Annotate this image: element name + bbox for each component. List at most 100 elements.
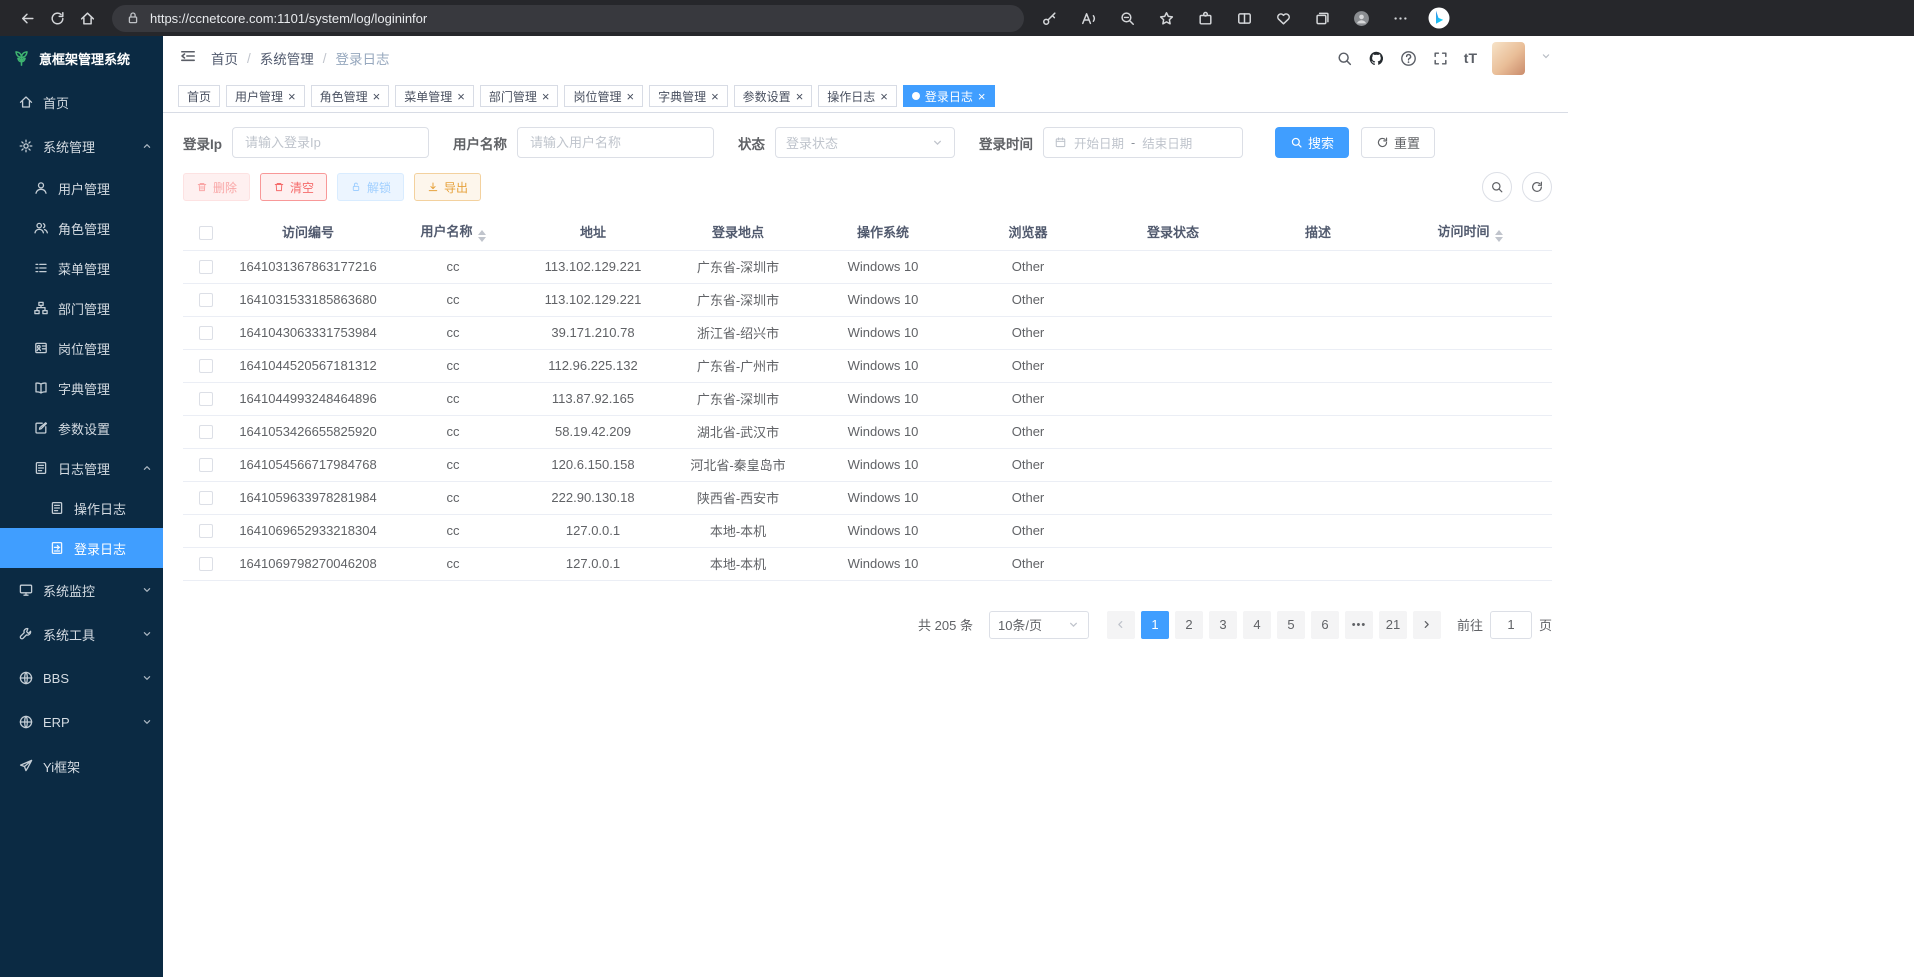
zoom-out-icon[interactable]	[1112, 4, 1142, 32]
sidebar-item-post-management[interactable]: 岗位管理	[0, 328, 163, 368]
close-tab-icon[interactable]: ×	[373, 90, 381, 103]
prev-page-button[interactable]	[1107, 611, 1135, 639]
date-range-picker[interactable]: 开始日期 - 结束日期	[1043, 127, 1243, 158]
row-checkbox[interactable]	[199, 293, 213, 307]
close-tab-icon[interactable]: ×	[288, 90, 296, 103]
tab-dict-management[interactable]: 字典管理×	[649, 85, 728, 107]
browser-essentials-icon[interactable]	[1268, 4, 1298, 32]
sort-icon[interactable]	[478, 230, 486, 242]
row-checkbox[interactable]	[199, 458, 213, 472]
row-checkbox[interactable]	[199, 359, 213, 373]
close-tab-icon[interactable]: ×	[457, 90, 465, 103]
read-aloud-icon[interactable]	[1073, 4, 1103, 32]
github-icon[interactable]	[1368, 50, 1385, 67]
user-name-input[interactable]	[517, 127, 714, 158]
row-checkbox[interactable]	[199, 557, 213, 571]
close-tab-icon[interactable]: ×	[711, 90, 719, 103]
fullscreen-icon[interactable]	[1432, 50, 1449, 67]
row-checkbox[interactable]	[199, 260, 213, 274]
tab-param-settings[interactable]: 参数设置×	[734, 85, 813, 107]
browser-refresh-button[interactable]	[42, 4, 72, 32]
page-button[interactable]: 6	[1311, 611, 1339, 639]
sidebar-item-label: 操作日志	[74, 499, 126, 518]
export-button[interactable]: 导出	[414, 173, 481, 201]
favorites-icon[interactable]	[1151, 4, 1181, 32]
close-tab-icon[interactable]: ×	[978, 90, 986, 103]
close-tab-icon[interactable]: ×	[542, 90, 550, 103]
tab-user-management[interactable]: 用户管理×	[226, 85, 305, 107]
search-icon[interactable]	[1336, 50, 1353, 67]
tab-post-management[interactable]: 岗位管理×	[564, 85, 643, 107]
sidebar-item-bbs[interactable]: BBS	[0, 656, 163, 700]
sidebar-item-param-settings[interactable]: 参数设置	[0, 408, 163, 448]
sidebar-item-menu-management[interactable]: 菜单管理	[0, 248, 163, 288]
sidebar-item-home[interactable]: 首页	[0, 80, 163, 124]
split-screen-icon[interactable]	[1229, 4, 1259, 32]
sidebar-item-system-management[interactable]: 系统管理	[0, 124, 163, 168]
tab-dept-management[interactable]: 部门管理×	[480, 85, 559, 107]
page-size-select[interactable]: 10条/页	[989, 611, 1089, 639]
tab-login-log[interactable]: 登录日志×	[903, 85, 995, 107]
page-button[interactable]: 5	[1277, 611, 1305, 639]
profile-icon[interactable]	[1346, 4, 1376, 32]
sidebar-item-yi-framework[interactable]: Yi框架	[0, 744, 163, 788]
close-tab-icon[interactable]: ×	[796, 90, 804, 103]
sort-icon[interactable]	[1495, 230, 1503, 242]
refresh-table-icon[interactable]	[1522, 172, 1552, 202]
address-bar[interactable]: https://ccnetcore.com:1101/system/log/lo…	[112, 5, 1024, 32]
clear-button[interactable]: 清空	[260, 173, 327, 201]
login-status-select[interactable]: 登录状态	[775, 127, 955, 158]
sidebar-item-system-monitor[interactable]: 系统监控	[0, 568, 163, 612]
page-button[interactable]: 2	[1175, 611, 1203, 639]
avatar-caret-down-icon[interactable]	[1540, 49, 1552, 67]
goto-page-input[interactable]	[1490, 611, 1532, 639]
row-checkbox[interactable]	[199, 392, 213, 406]
user-avatar[interactable]	[1492, 42, 1525, 75]
sidebar-item-system-tools[interactable]: 系统工具	[0, 612, 163, 656]
browser-back-button[interactable]	[12, 4, 42, 32]
key-icon[interactable]	[1034, 4, 1064, 32]
tab-operation-log[interactable]: 操作日志×	[818, 85, 897, 107]
search-button[interactable]: 搜索	[1275, 127, 1349, 158]
reset-button[interactable]: 重置	[1361, 127, 1435, 158]
page-button[interactable]: 1	[1141, 611, 1169, 639]
column-header[interactable]: 访问时间	[1388, 214, 1552, 250]
toggle-search-icon[interactable]	[1482, 172, 1512, 202]
sidebar-item-role-management[interactable]: 角色管理	[0, 208, 163, 248]
page-button[interactable]: 3	[1209, 611, 1237, 639]
next-page-button[interactable]	[1413, 611, 1441, 639]
page-button[interactable]: 4	[1243, 611, 1271, 639]
breadcrumb-item[interactable]: 首页	[211, 48, 238, 68]
row-checkbox[interactable]	[199, 524, 213, 538]
sidebar-item-login-log[interactable]: 登录日志	[0, 528, 163, 568]
extensions-icon[interactable]	[1190, 4, 1220, 32]
browser-home-button[interactable]	[72, 4, 102, 32]
page-button[interactable]: 21	[1379, 611, 1407, 639]
column-header[interactable]: 用户名称	[388, 214, 518, 250]
close-tab-icon[interactable]: ×	[880, 90, 888, 103]
sidebar-item-dept-management[interactable]: 部门管理	[0, 288, 163, 328]
main-area: 首页/系统管理/登录日志 tT 首页用户管理×角色管理×菜单管理×部门管理×岗位…	[163, 36, 1914, 977]
help-icon[interactable]	[1400, 50, 1417, 67]
sidebar-item-log-management[interactable]: 日志管理	[0, 448, 163, 488]
sidebar-item-operation-log[interactable]: 操作日志	[0, 488, 163, 528]
more-options-icon[interactable]	[1385, 4, 1415, 32]
row-checkbox[interactable]	[199, 425, 213, 439]
menu-fold-icon[interactable]	[179, 47, 197, 70]
tab-home[interactable]: 首页	[178, 85, 220, 107]
tab-menu-management[interactable]: 菜单管理×	[395, 85, 474, 107]
text-size-icon[interactable]: tT	[1464, 50, 1477, 66]
select-all-checkbox[interactable]	[199, 226, 213, 240]
breadcrumb-item[interactable]: 系统管理	[260, 48, 314, 68]
more-pages-button[interactable]: •••	[1345, 611, 1373, 639]
sidebar-item-dict-management[interactable]: 字典管理	[0, 368, 163, 408]
copilot-icon[interactable]	[1424, 4, 1454, 32]
row-checkbox[interactable]	[199, 491, 213, 505]
close-tab-icon[interactable]: ×	[626, 90, 634, 103]
login-ip-input[interactable]	[232, 127, 429, 158]
sidebar-item-erp[interactable]: ERP	[0, 700, 163, 744]
collections-icon[interactable]	[1307, 4, 1337, 32]
tab-role-management[interactable]: 角色管理×	[311, 85, 390, 107]
row-checkbox[interactable]	[199, 326, 213, 340]
sidebar-item-user-management[interactable]: 用户管理	[0, 168, 163, 208]
